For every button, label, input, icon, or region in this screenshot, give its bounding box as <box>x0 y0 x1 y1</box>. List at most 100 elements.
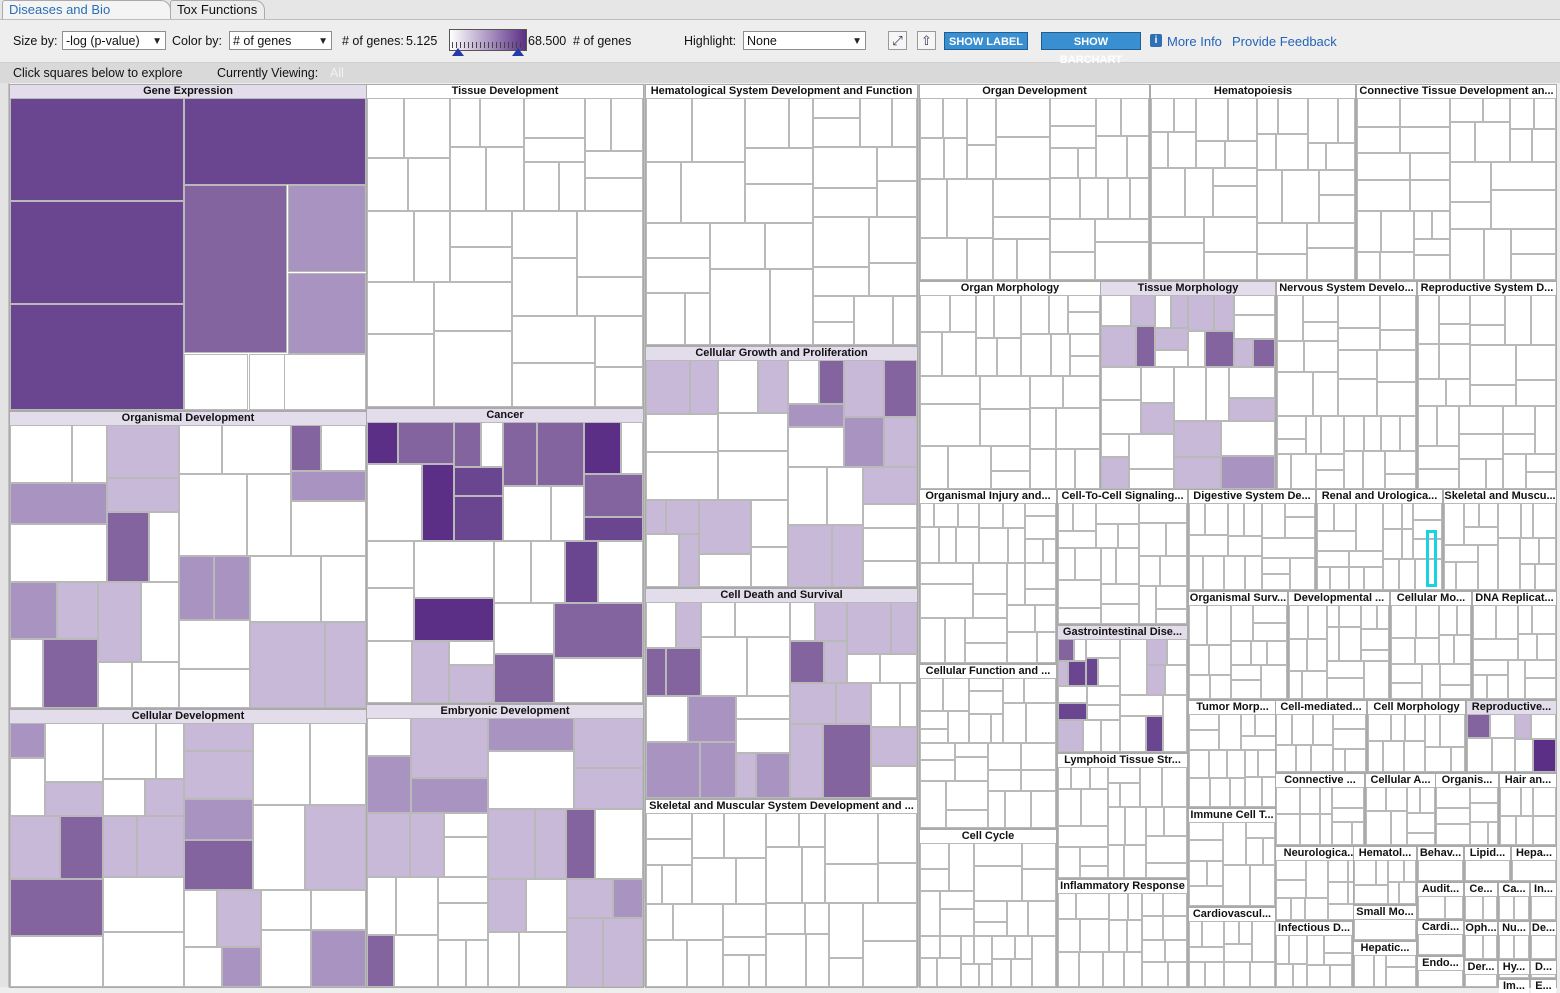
function-tile[interactable] <box>947 179 993 238</box>
function-tile[interactable] <box>1189 822 1223 840</box>
function-tile[interactable] <box>1253 605 1287 623</box>
function-tile[interactable] <box>1289 671 1302 699</box>
function-tile[interactable] <box>1418 896 1445 919</box>
function-tile[interactable] <box>1276 745 1296 772</box>
function-tile[interactable] <box>1156 586 1187 609</box>
function-tile[interactable] <box>666 648 701 696</box>
function-tile[interactable] <box>1087 705 1120 720</box>
function-tile[interactable] <box>1015 936 1032 959</box>
function-tile[interactable] <box>1189 645 1209 675</box>
function-tile[interactable] <box>646 904 673 940</box>
function-tile[interactable] <box>829 958 863 987</box>
function-tile[interactable] <box>1531 295 1556 345</box>
function-tile[interactable] <box>1456 562 1478 590</box>
function-tile[interactable] <box>1025 589 1056 605</box>
function-tile[interactable] <box>1490 714 1515 738</box>
function-tile[interactable] <box>10 758 45 816</box>
function-tile[interactable] <box>825 813 878 864</box>
function-tile[interactable] <box>1253 623 1287 641</box>
function-tile[interactable] <box>291 471 366 501</box>
function-tile[interactable] <box>325 622 366 708</box>
function-tile[interactable] <box>1081 789 1108 826</box>
function-tile[interactable] <box>438 903 488 940</box>
function-tile[interactable] <box>1213 186 1257 217</box>
function-tile[interactable] <box>1381 416 1400 451</box>
function-tile[interactable] <box>1127 136 1149 178</box>
function-tile[interactable] <box>973 563 1007 594</box>
function-tile[interactable] <box>10 304 184 410</box>
function-tile[interactable] <box>920 729 948 743</box>
category-group[interactable]: Inflammatory Response <box>1057 879 1188 988</box>
function-tile[interactable] <box>749 955 766 987</box>
function-tile[interactable] <box>1508 660 1525 699</box>
function-tile[interactable] <box>920 584 973 618</box>
function-tile[interactable] <box>1037 632 1056 663</box>
function-tile[interactable] <box>1205 331 1234 367</box>
function-tile[interactable] <box>1354 919 1416 940</box>
function-tile[interactable] <box>494 654 554 703</box>
function-tile[interactable] <box>1139 556 1160 586</box>
function-tile[interactable] <box>1383 559 1399 590</box>
function-tile[interactable] <box>1228 536 1262 556</box>
function-tile[interactable] <box>1189 962 1205 987</box>
function-tile[interactable] <box>1262 777 1276 807</box>
function-tile[interactable] <box>1071 767 1090 789</box>
function-tile[interactable] <box>646 98 692 162</box>
function-tile[interactable] <box>1338 350 1377 379</box>
function-tile[interactable] <box>988 791 1005 828</box>
function-tile[interactable] <box>1344 451 1363 489</box>
function-tile[interactable] <box>1473 675 1487 699</box>
function-tile[interactable] <box>1291 898 1305 920</box>
function-tile[interactable] <box>1189 861 1207 886</box>
function-tile[interactable] <box>488 809 535 879</box>
function-tile[interactable] <box>1307 248 1355 280</box>
function-tile[interactable] <box>367 935 394 987</box>
function-tile[interactable] <box>1533 816 1556 845</box>
function-tile[interactable] <box>1101 720 1120 752</box>
function-tile[interactable] <box>1165 940 1187 962</box>
function-tile[interactable] <box>1313 714 1333 745</box>
function-tile[interactable] <box>1189 840 1223 861</box>
color-by-select[interactable]: # of genes ▼ <box>229 31 332 50</box>
function-tile[interactable] <box>701 602 735 637</box>
function-tile[interactable] <box>598 541 643 603</box>
function-tile[interactable] <box>1250 962 1275 987</box>
function-tile[interactable] <box>1317 551 1349 567</box>
category-group[interactable]: Digestive System De... <box>1188 489 1316 591</box>
function-tile[interactable] <box>1080 866 1108 878</box>
function-tile[interactable] <box>584 474 643 517</box>
function-tile[interactable] <box>1196 141 1225 168</box>
function-tile[interactable] <box>920 711 948 729</box>
function-tile[interactable] <box>184 840 253 890</box>
function-tile[interactable] <box>1470 787 1498 803</box>
function-tile[interactable] <box>1241 736 1276 750</box>
function-tile[interactable] <box>1327 627 1339 661</box>
function-tile[interactable] <box>1454 635 1471 664</box>
function-tile[interactable] <box>1022 843 1056 869</box>
function-tile[interactable] <box>1189 778 1210 807</box>
function-tile[interactable] <box>994 295 1021 338</box>
function-tile[interactable] <box>920 678 943 711</box>
slider-max-handle[interactable] <box>512 48 524 56</box>
function-tile[interactable] <box>790 683 836 724</box>
function-tile[interactable] <box>1257 223 1307 254</box>
function-tile[interactable] <box>1239 921 1252 944</box>
function-tile[interactable] <box>1526 472 1556 489</box>
function-tile[interactable] <box>1473 660 1508 675</box>
function-tile[interactable] <box>827 467 863 525</box>
function-tile[interactable] <box>829 903 863 958</box>
function-tile[interactable] <box>512 363 595 407</box>
function-tile[interactable] <box>1246 838 1263 865</box>
function-tile[interactable] <box>284 354 366 410</box>
function-tile[interactable] <box>1289 935 1307 964</box>
function-tile[interactable] <box>1241 714 1255 736</box>
function-tile[interactable] <box>1289 639 1307 671</box>
function-tile[interactable] <box>1381 211 1414 252</box>
function-tile[interactable] <box>1225 141 1257 168</box>
function-tile[interactable] <box>1418 406 1437 446</box>
function-tile[interactable] <box>823 724 871 798</box>
function-tile[interactable] <box>646 414 718 452</box>
function-tile[interactable] <box>1189 556 1203 590</box>
function-tile[interactable] <box>1352 822 1364 845</box>
function-tile[interactable] <box>920 781 946 828</box>
